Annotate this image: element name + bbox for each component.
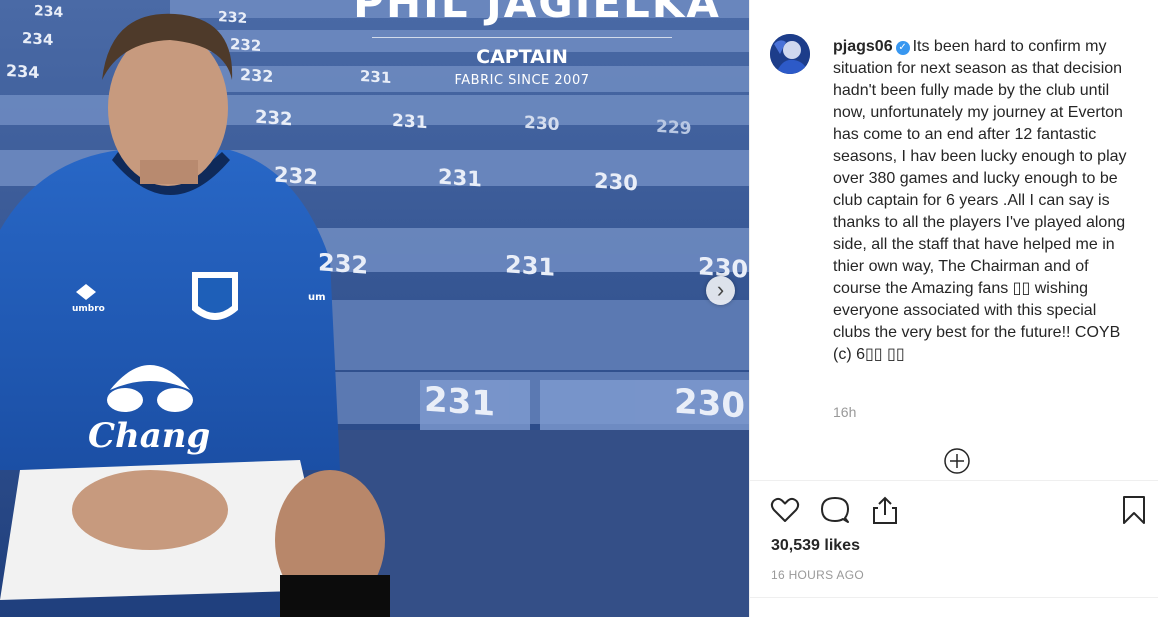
seat-number: 234: [34, 2, 64, 22]
avatar[interactable]: [770, 34, 810, 74]
post-timestamp: 16 HOURS AGO: [771, 568, 864, 582]
seat-number: 230: [524, 112, 560, 136]
plus-circle-icon: [944, 448, 970, 474]
seat-number: 231: [505, 250, 556, 282]
seat-number: 230: [594, 168, 638, 196]
seat-number: 230: [674, 381, 745, 427]
banner-role: CAPTAIN: [476, 46, 568, 68]
jersey-maker-text: umbro: [72, 304, 105, 314]
share-button[interactable]: [869, 494, 901, 526]
seat-number: 231: [392, 110, 428, 134]
comment-icon: [821, 497, 849, 523]
jersey-sponsor-text: Chang: [88, 416, 211, 456]
avatar-image: [770, 34, 810, 74]
section-divider: [750, 480, 1158, 481]
seat-number: 234: [6, 60, 40, 83]
comment-relative-time: 16h: [833, 404, 857, 420]
post-caption: pjags06 ✓ Its been hard to confirm my situ…: [833, 36, 1138, 366]
next-image-button[interactable]: ›: [706, 276, 735, 305]
post-username[interactable]: pjags06: [833, 38, 893, 55]
jersey-sleeve-text: um: [308, 292, 326, 303]
save-button[interactable]: [1118, 494, 1150, 526]
caption-text: Its been hard to confirm my situation fo…: [833, 38, 1127, 363]
likes-count[interactable]: 30,539 likes: [771, 537, 860, 555]
stadium-photo: [0, 0, 749, 617]
banner-player-name: PHIL JAGIELKA: [353, 0, 721, 27]
comment-button[interactable]: [819, 494, 851, 526]
seat-number: 232: [274, 162, 318, 190]
post-sidebar: pjags06 ✓ Its been hard to confirm my situ…: [749, 0, 1158, 617]
heart-icon: [770, 497, 800, 522]
seat-number: 232: [230, 34, 262, 56]
load-more-comments-button[interactable]: [943, 447, 971, 475]
like-button[interactable]: [769, 494, 801, 526]
seat-number: 229: [656, 116, 692, 140]
banner-divider: [372, 37, 672, 38]
verified-badge-icon: ✓: [895, 41, 910, 55]
bookmark-icon: [1123, 496, 1145, 524]
banner-subtitle: FABRIC SINCE 2007: [454, 73, 590, 88]
seat-number: 232: [255, 106, 293, 131]
seat-number: 232: [240, 64, 274, 87]
bottom-divider: [750, 597, 1158, 598]
seat-number: 234: [22, 28, 54, 50]
seat-number: 232: [218, 8, 248, 28]
share-icon: [873, 496, 897, 524]
seat-number: 231: [438, 164, 482, 192]
chevron-right-icon: ›: [716, 277, 725, 302]
post-photo[interactable]: 234 234 234 232 232 232 232 232 232 231 …: [0, 0, 749, 617]
seat-number: 231: [424, 379, 495, 425]
seat-number: 232: [318, 248, 369, 280]
